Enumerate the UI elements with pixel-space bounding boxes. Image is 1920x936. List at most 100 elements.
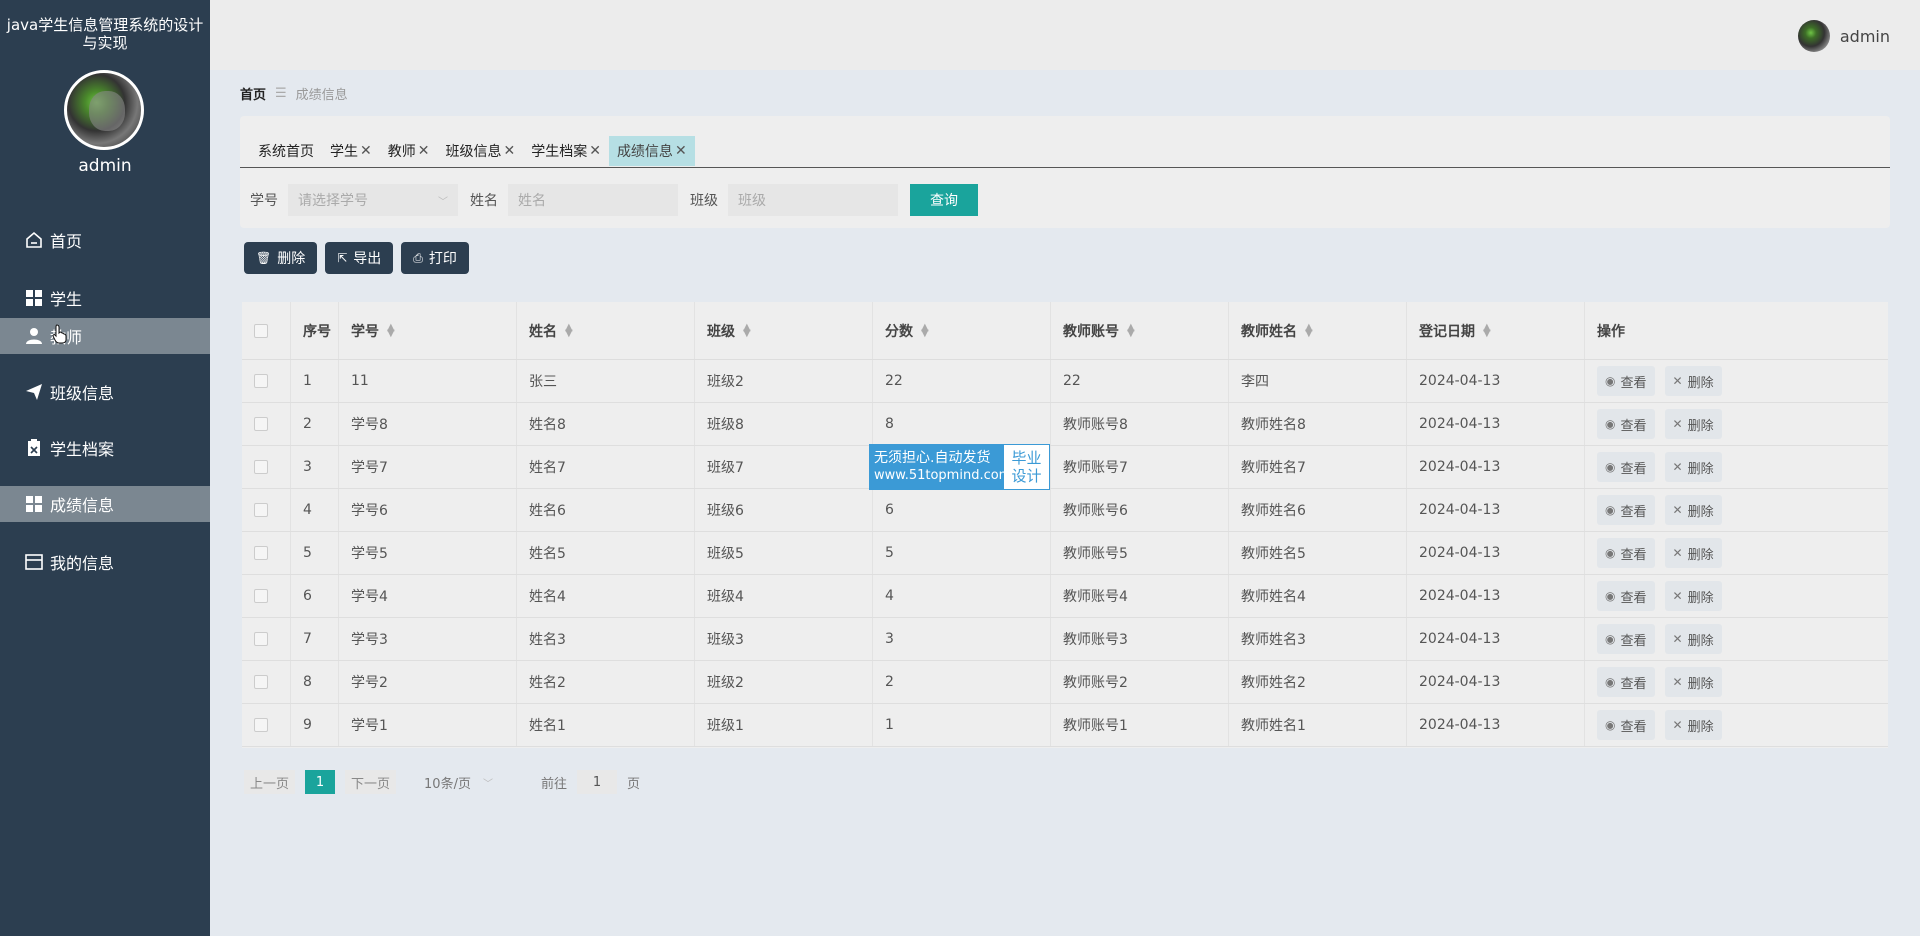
eye-icon: ◉ xyxy=(1605,546,1616,560)
view-button[interactable]: ◉ 查看 xyxy=(1597,409,1655,439)
column-header-student-no[interactable]: 学号 ▲ ▼ xyxy=(338,302,516,359)
cell-operation: ◉ 查看 ✕ 删除 xyxy=(1584,403,1888,445)
row-checkbox-cell xyxy=(242,618,290,660)
cell-teacher-name: 教师姓名2 xyxy=(1228,661,1406,703)
sort-icon[interactable]: ▲ ▼ xyxy=(1305,322,1313,338)
view-button[interactable]: ◉ 查看 xyxy=(1597,366,1655,396)
row-checkbox[interactable] xyxy=(254,632,268,646)
page-number-current[interactable]: 1 xyxy=(305,770,336,794)
column-header-name[interactable]: 姓名 ▲ ▼ xyxy=(516,302,694,359)
row-checkbox[interactable] xyxy=(254,546,268,560)
column-header-teacher-name[interactable]: 教师姓名 ▲ ▼ xyxy=(1228,302,1406,359)
print-button[interactable]: ⎙ 打印 xyxy=(401,242,469,274)
tab-grades[interactable]: 成绩信息 ✕ xyxy=(608,136,695,166)
chevron-down-icon: ﹀ xyxy=(438,196,448,208)
cell-teacher-name: 教师姓名8 xyxy=(1228,403,1406,445)
watermark-right-line1: 毕业 xyxy=(1011,449,1042,467)
goto-page-input[interactable]: 1 xyxy=(576,770,617,794)
row-checkbox[interactable] xyxy=(254,589,268,603)
page-unit-label: 页 xyxy=(626,776,640,792)
column-header-label: 学号 xyxy=(351,323,379,340)
sidebar-item-teachers[interactable]: 教师 xyxy=(0,318,210,354)
eye-icon: ◉ xyxy=(1605,417,1616,431)
sort-icon[interactable]: ▲ ▼ xyxy=(565,322,573,338)
sidebar-item-home[interactable]: 首页 xyxy=(0,222,210,258)
tab-classes[interactable]: 班级信息 ✕ xyxy=(437,136,523,166)
tab-archives[interactable]: 学生档案 ✕ xyxy=(523,136,609,166)
row-delete-button[interactable]: ✕ 删除 xyxy=(1664,667,1722,697)
row-delete-button[interactable]: ✕ 删除 xyxy=(1664,581,1722,611)
export-button[interactable]: ⇱ 导出 xyxy=(325,242,394,274)
cell-class: 班级2 xyxy=(694,661,872,703)
delete-button[interactable]: 🗑 删除 xyxy=(244,242,318,274)
row-delete-button[interactable]: ✕ 删除 xyxy=(1664,409,1722,439)
view-button[interactable]: ◉ 查看 xyxy=(1597,667,1655,697)
prev-page-button[interactable]: 上一页 xyxy=(244,770,296,794)
page-size-select[interactable]: 10条/页 ﹀ xyxy=(424,773,493,792)
view-button[interactable]: ◉ 查看 xyxy=(1597,538,1655,568)
column-header-register-date[interactable]: 登记日期 ▲ ▼ xyxy=(1406,302,1584,359)
row-delete-button[interactable]: ✕ 删除 xyxy=(1664,624,1722,654)
view-button[interactable]: ◉ 查看 xyxy=(1597,624,1655,654)
close-icon[interactable]: ✕ xyxy=(503,143,515,159)
next-page-button[interactable]: 下一页 xyxy=(345,770,397,794)
close-icon[interactable]: ✕ xyxy=(589,143,601,159)
sidebar-item-archives[interactable]: 学生档案 xyxy=(0,430,210,466)
cell-seq: 5 xyxy=(290,532,338,574)
sort-icon[interactable]: ▲ ▼ xyxy=(743,322,751,338)
row-delete-button[interactable]: ✕ 删除 xyxy=(1664,366,1722,396)
breadcrumb: 首页 ☰ 成绩信息 xyxy=(240,84,348,103)
cell-register-date: 2024-04-13 xyxy=(1406,532,1584,574)
table-row: 1 11 张三 班级2 22 22 李四 2024-04-13 ◉ 查看 ✕ 删除 xyxy=(242,360,1888,403)
view-button[interactable]: ◉ 查看 xyxy=(1597,710,1655,740)
avatar xyxy=(64,70,144,150)
sidebar-item-classes[interactable]: 班级信息 xyxy=(0,374,210,410)
class-input[interactable]: 班级 xyxy=(728,184,898,216)
column-header-teacher-account[interactable]: 教师账号 ▲ ▼ xyxy=(1050,302,1228,359)
student-no-select[interactable]: 请选择学号 ﹀ xyxy=(288,184,458,216)
sort-icon[interactable]: ▲ ▼ xyxy=(1483,322,1491,338)
top-user-menu[interactable]: admin xyxy=(1797,20,1890,52)
column-header-score[interactable]: 分数 ▲ ▼ xyxy=(872,302,1050,359)
view-button[interactable]: ◉ 查看 xyxy=(1597,452,1655,482)
tab-bar: 系统首页 学生 ✕ 教师 ✕ 班级信息 ✕ 学生档案 ✕ 成绩信息 ✕ xyxy=(250,136,695,166)
tabs-search-panel: 系统首页 学生 ✕ 教师 ✕ 班级信息 ✕ 学生档案 ✕ 成绩信息 ✕ 学号 请选择学号 … xyxy=(240,116,1890,228)
close-icon[interactable]: ✕ xyxy=(675,143,687,159)
delete-label: 删除 xyxy=(1687,504,1714,520)
sort-icon[interactable]: ▲ ▼ xyxy=(921,322,929,338)
row-delete-button[interactable]: ✕ 删除 xyxy=(1664,495,1722,525)
close-icon[interactable]: ✕ xyxy=(418,143,430,159)
name-placeholder: 姓名 xyxy=(518,193,546,209)
row-checkbox[interactable] xyxy=(254,675,268,689)
row-checkbox[interactable] xyxy=(254,417,268,431)
delete-label: 删除 xyxy=(1687,633,1714,649)
tab-label: 成绩信息 xyxy=(616,144,673,160)
row-delete-button[interactable]: ✕ 删除 xyxy=(1664,538,1722,568)
sidebar-item-my-info[interactable]: 我的信息 xyxy=(0,544,210,580)
row-checkbox[interactable] xyxy=(254,374,268,388)
view-button[interactable]: ◉ 查看 xyxy=(1597,581,1655,611)
sort-icon[interactable]: ▲ ▼ xyxy=(1127,322,1135,338)
select-all-checkbox[interactable] xyxy=(254,323,268,338)
view-button[interactable]: ◉ 查看 xyxy=(1597,495,1655,525)
tab-home[interactable]: 系统首页 xyxy=(250,136,322,166)
breadcrumb-current: 成绩信息 xyxy=(295,88,348,103)
cell-score: 8 xyxy=(872,403,1050,445)
sort-icon[interactable]: ▲ ▼ xyxy=(387,322,395,338)
sidebar-item-grades[interactable]: 成绩信息 xyxy=(0,486,210,522)
close-icon[interactable]: ✕ xyxy=(360,143,372,159)
column-header-class[interactable]: 班级 ▲ ▼ xyxy=(694,302,872,359)
tab-students[interactable]: 学生 ✕ xyxy=(322,136,380,166)
tabs-divider xyxy=(240,167,1890,168)
row-checkbox[interactable] xyxy=(254,503,268,517)
row-delete-button[interactable]: ✕ 删除 xyxy=(1664,710,1722,740)
sidebar-item-students[interactable]: 学生 xyxy=(0,280,210,316)
row-checkbox[interactable] xyxy=(254,460,268,474)
row-checkbox[interactable] xyxy=(254,718,268,732)
row-delete-button[interactable]: ✕ 删除 xyxy=(1664,452,1722,482)
row-checkbox-cell xyxy=(242,489,290,531)
tab-teachers[interactable]: 教师 ✕ xyxy=(380,136,438,166)
name-input[interactable]: 姓名 xyxy=(508,184,678,216)
query-button[interactable]: 查询 xyxy=(910,184,978,216)
breadcrumb-home[interactable]: 首页 xyxy=(240,84,266,103)
